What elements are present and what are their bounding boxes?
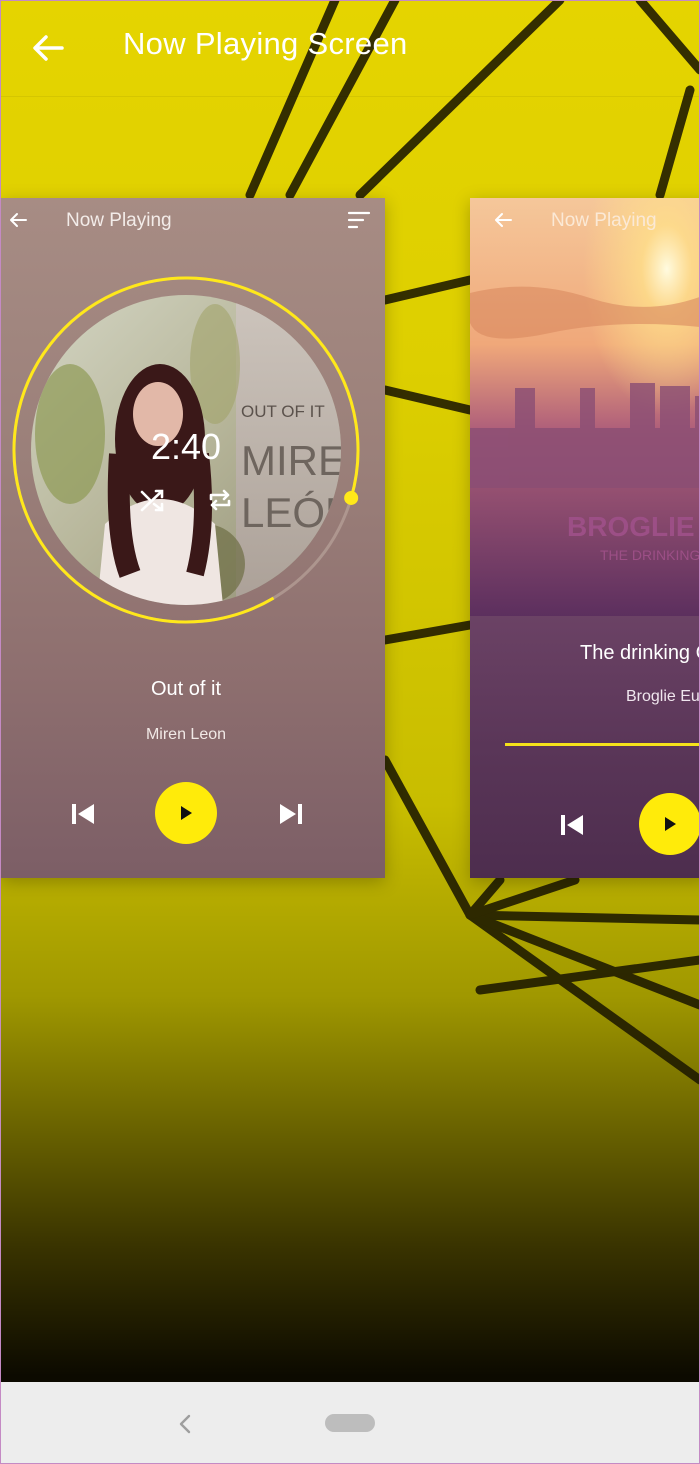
arrow-left-icon[interactable] [7,209,29,231]
card-header: Now Playing [470,198,700,244]
now-playing-card-1[interactable]: Now Playing OUT OF IT MIREN LEÓN 2:40 Ou… [1,198,385,878]
system-nav-bar [0,1382,700,1464]
song-title: Out of it [150,678,222,700]
sort-menu-icon[interactable] [347,210,371,230]
album-cover-text: THE DRINKING [600,547,700,563]
progress-knob [344,490,359,505]
elapsed-time: 2:40 [150,426,222,467]
nav-back-icon[interactable] [175,1412,195,1436]
card-header-title: Now Playing [66,210,172,231]
play-button[interactable] [639,793,700,855]
arrow-left-icon[interactable] [492,209,514,231]
album-art: BROGLIE THE DRINKING [470,198,700,616]
play-icon [181,806,192,820]
shuffle-icon[interactable] [139,486,167,514]
arrow-left-icon[interactable] [28,28,68,68]
nav-home-pill[interactable] [325,1414,375,1432]
play-button[interactable] [155,782,217,844]
page-title: Now Playing Screen [123,26,408,61]
progress-bar[interactable] [505,743,700,746]
skip-previous-icon[interactable] [558,812,586,838]
now-playing-card-2[interactable]: BROGLIE THE DRINKING Now Playing The dri… [470,198,700,878]
song-artist: Broglie Eu [626,688,700,705]
album-cover-text: BROGLIE [567,511,695,542]
album-cover-text: OUT OF IT [241,402,325,421]
card-header-title: Now Playing [551,210,657,231]
skip-next-icon[interactable] [277,801,305,827]
song-artist: Miren Leon [145,726,227,743]
play-icon [665,817,676,831]
skip-previous-icon[interactable] [69,801,97,827]
card-header: Now Playing [1,198,385,244]
now-playing-screen: Now Playing Screen Now Playing OUT OF IT… [0,0,700,1464]
song-title: The drinking C [580,642,700,664]
app-bar: Now Playing Screen [0,0,700,97]
repeat-icon[interactable] [206,486,234,514]
